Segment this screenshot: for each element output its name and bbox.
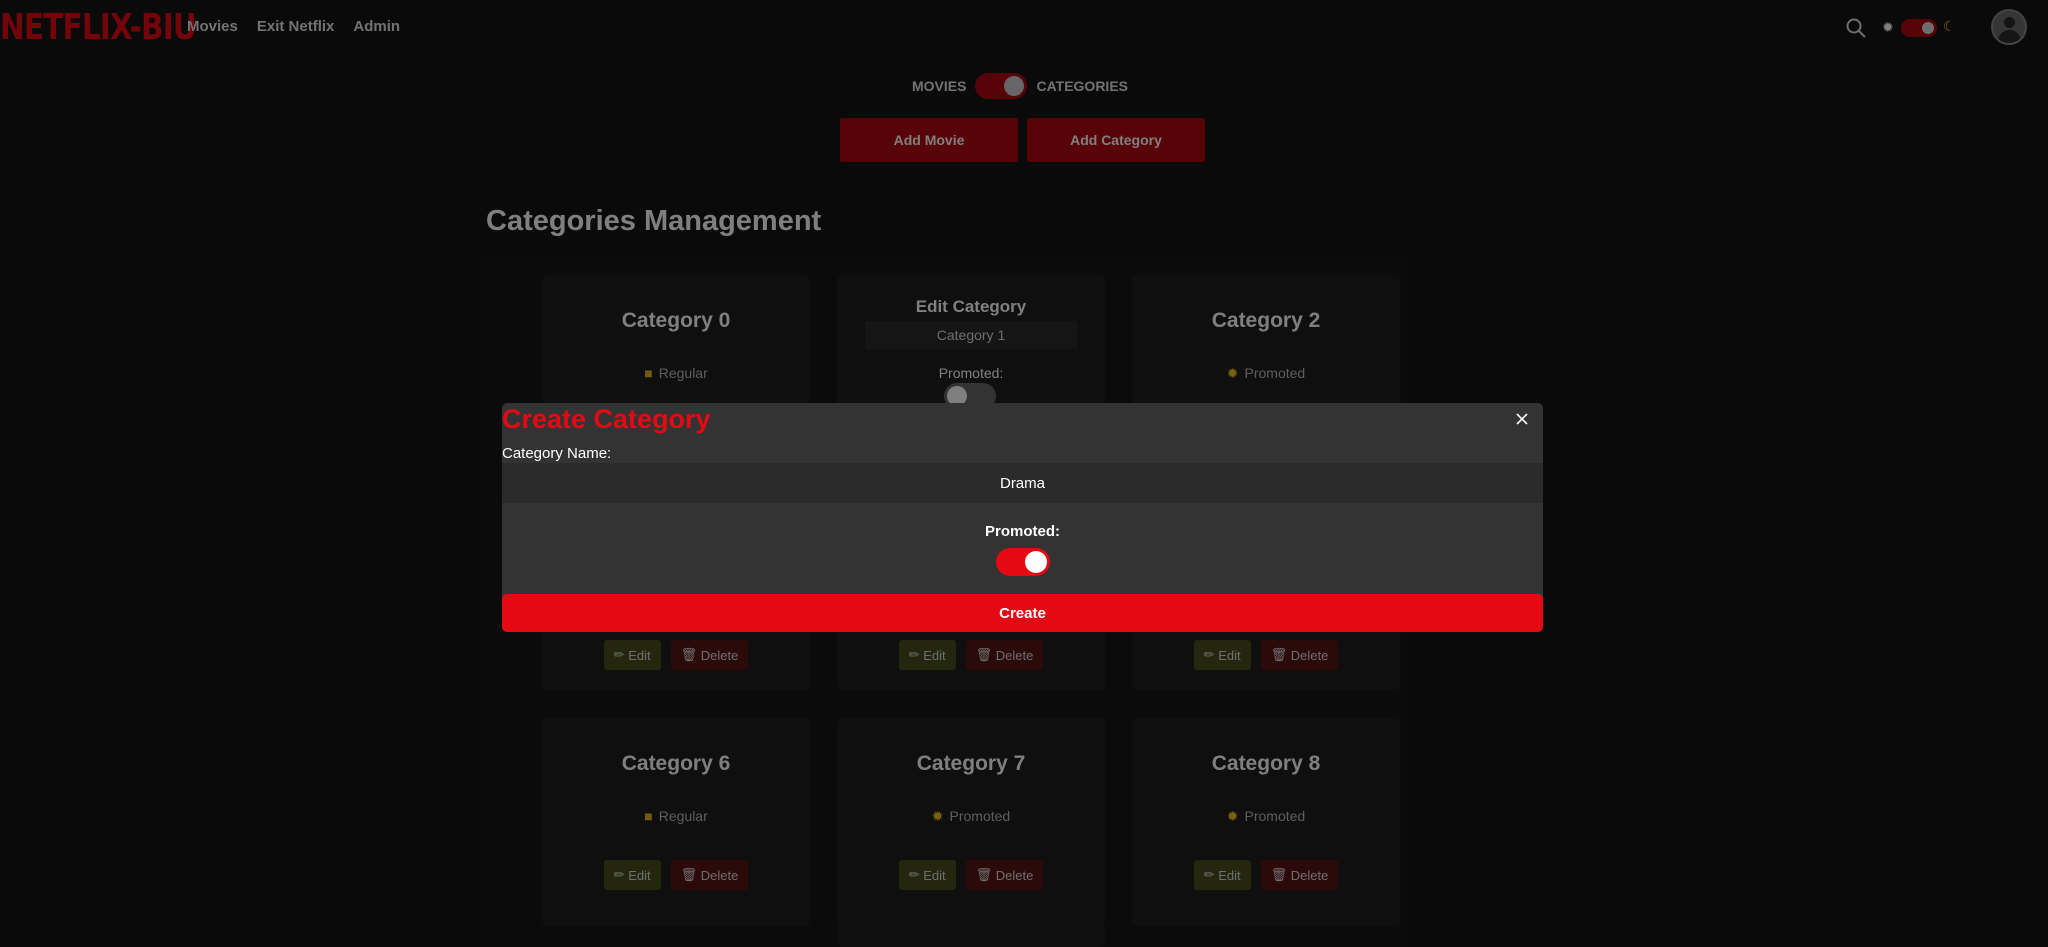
promoted-label: Promoted: bbox=[985, 523, 1060, 540]
create-button[interactable]: Create bbox=[502, 594, 1543, 632]
create-category-modal: Create Category Category Name: Promoted:… bbox=[502, 403, 1543, 632]
close-icon[interactable] bbox=[1514, 411, 1530, 427]
category-name-input[interactable] bbox=[502, 463, 1543, 503]
modal-title: Create Category bbox=[502, 404, 711, 434]
category-name-label: Category Name: bbox=[502, 445, 612, 462]
promoted-toggle[interactable] bbox=[996, 548, 1050, 576]
